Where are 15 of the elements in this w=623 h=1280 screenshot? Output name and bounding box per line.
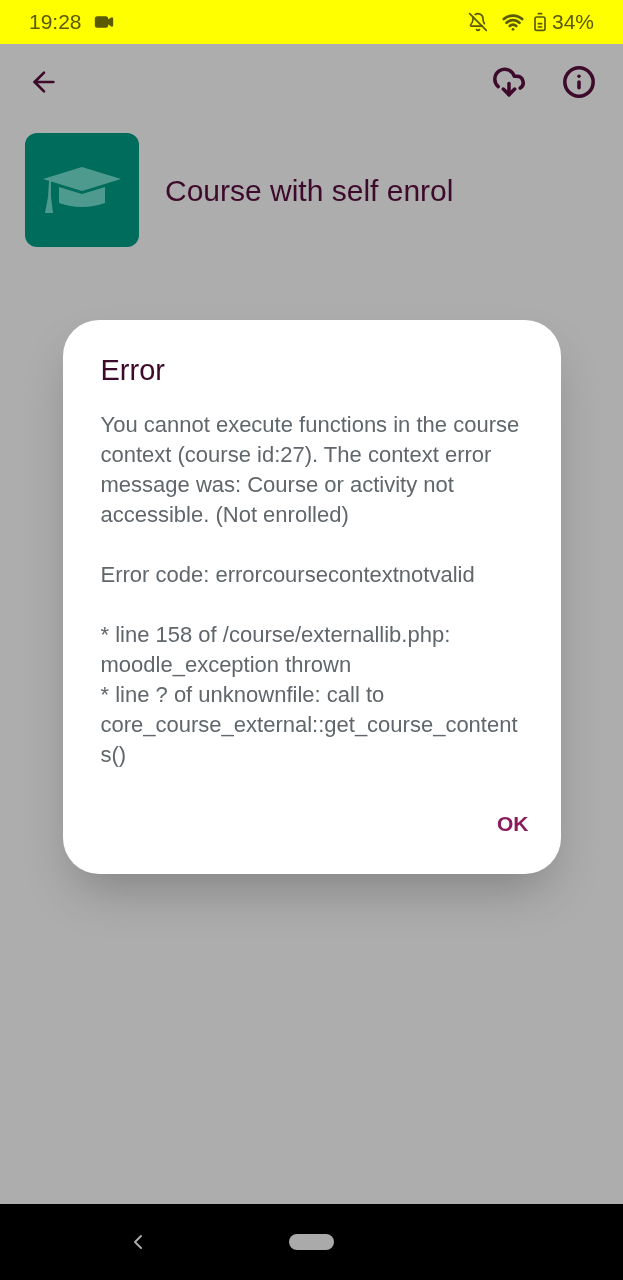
course-title: Course with self enrol	[165, 172, 454, 209]
graduation-cap-icon	[43, 167, 121, 213]
error-message-text: Error code: errorcoursecontextnotvalid	[100, 561, 476, 589]
battery-percentage: 34%	[551, 9, 594, 36]
info-icon	[562, 65, 596, 99]
dialog-title: Error	[100, 353, 166, 388]
wifi-icon	[501, 11, 524, 33]
error-message-text: * line 158 of /course/externallib.php: moodle_exception thrown	[100, 621, 452, 679]
error-message-text: You cannot execute functions in the course context (course id:27). The context error message was: Course or activity not accessible. (Not enrolled)	[100, 411, 521, 529]
notifications-off-icon	[467, 12, 488, 32]
ok-button[interactable]: OK	[491, 804, 535, 844]
home-pill[interactable]	[289, 1234, 334, 1250]
status-time: 19:28	[29, 9, 82, 36]
cloud-download-icon	[492, 65, 526, 99]
error-message-text: * line ? of unknownfile: call to core_course_external::get_course_contents()	[100, 681, 519, 769]
